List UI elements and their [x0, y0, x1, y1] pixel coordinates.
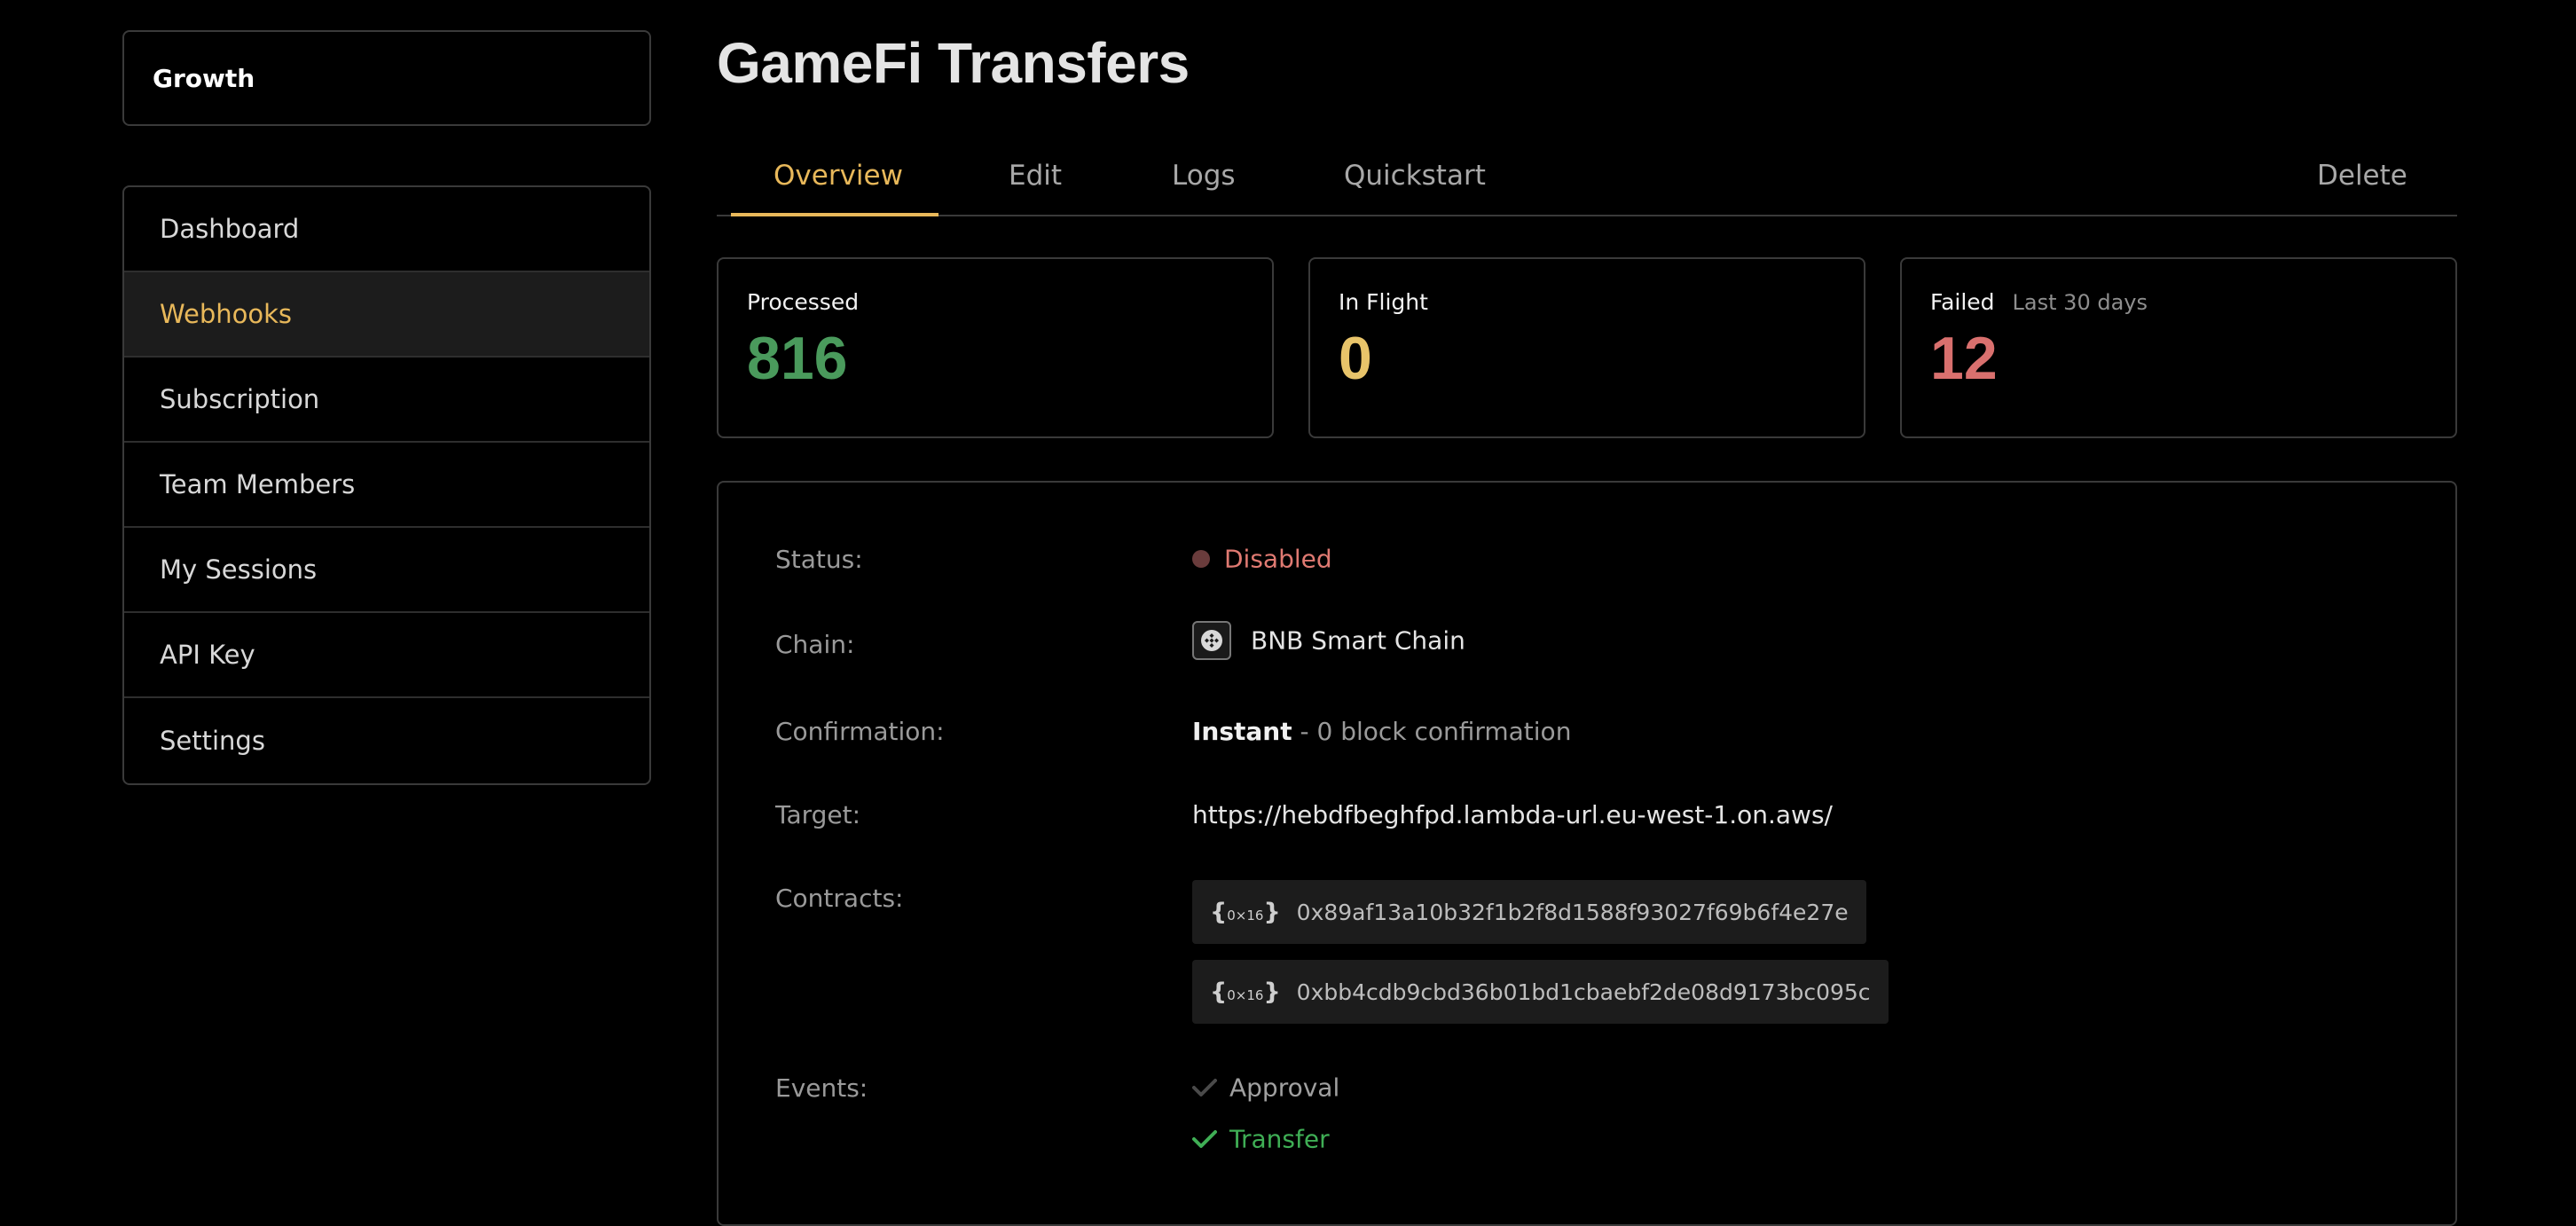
confirmation-value: Instant - 0 block confirmation [1192, 717, 1571, 746]
page-title: GameFi Transfers [717, 31, 1190, 95]
target-url: https://hebdfbeghfpd.lambda-url.eu-west-… [1192, 800, 1833, 829]
tab-logs[interactable]: Logs [1172, 160, 1236, 192]
status-text: Disabled [1224, 544, 1332, 574]
workspace-switcher[interactable]: Growth [122, 30, 651, 126]
contract-address[interactable]: {0×16} 0x89af13a10b32f1b2f8d1588f93027f6… [1192, 880, 1866, 944]
tab-bar: Overview Edit Logs Quickstart Delete [717, 144, 2457, 216]
in-flight-card: In Flight 0 [1308, 257, 1865, 438]
sidebar-item-webhooks[interactable]: Webhooks [124, 272, 649, 358]
tab-overview[interactable]: Overview [774, 160, 903, 192]
check-icon-muted [1192, 1079, 1217, 1096]
events-label: Events: [775, 1073, 868, 1103]
contract-address[interactable]: {0×16} 0xbb4cdb9cbd36b01bd1cbaebf2de08d9… [1192, 960, 1889, 1024]
event-item-approval: Approval [1192, 1072, 1339, 1103]
in-flight-value: 0 [1339, 325, 1372, 392]
failed-value: 12 [1930, 325, 1998, 392]
check-icon [1192, 1130, 1217, 1148]
sidebar-item-settings[interactable]: Settings [124, 698, 649, 783]
confirmation-label: Confirmation: [775, 717, 945, 746]
contracts-label: Contracts: [775, 884, 904, 913]
sidebar-menu: Dashboard Webhooks Subscription Team Mem… [122, 185, 651, 785]
event-item-transfer: Transfer [1192, 1123, 1330, 1154]
target-label: Target: [775, 800, 861, 829]
confirmation-mode: Instant [1192, 717, 1292, 746]
webhook-details: Status: Disabled Chain: BNB Smart Chain … [717, 481, 2457, 1226]
delete-tab[interactable]: Delete [2317, 160, 2407, 192]
processed-value: 816 [747, 325, 848, 392]
tab-edit[interactable]: Edit [1009, 160, 1062, 192]
status-dot-icon [1192, 550, 1210, 568]
chain-value: BNB Smart Chain [1192, 621, 1465, 660]
sidebar-item-my-sessions[interactable]: My Sessions [124, 528, 649, 613]
failed-card: Failed Last 30 days 12 [1900, 257, 2457, 438]
status-label: Status: [775, 545, 863, 574]
sidebar-item-team-members[interactable]: Team Members [124, 443, 649, 528]
sidebar-item-subscription[interactable]: Subscription [124, 358, 649, 443]
event-name: Transfer [1229, 1124, 1330, 1154]
processed-label: Processed [747, 289, 860, 315]
failed-label: Failed [1930, 289, 1995, 315]
contract-address-text: 0xbb4cdb9cbd36b01bd1cbaebf2de08d9173bc09… [1296, 978, 1871, 1005]
tab-quickstart[interactable]: Quickstart [1344, 160, 1486, 192]
failed-period: Last 30 days [2012, 290, 2148, 315]
workspace-name: Growth [153, 63, 255, 93]
processed-card: Processed 816 [717, 257, 1274, 438]
confirmation-detail: - 0 block confirmation [1292, 717, 1572, 746]
active-tab-indicator [731, 213, 939, 216]
sidebar-item-dashboard[interactable]: Dashboard [124, 187, 649, 272]
hex-address-icon: {0×16} [1210, 978, 1281, 1006]
hex-address-icon: {0×16} [1210, 898, 1281, 926]
bnb-chain-icon [1192, 621, 1231, 660]
status-value: Disabled [1192, 543, 1332, 574]
chain-label: Chain: [775, 630, 855, 659]
sidebar-item-api-key[interactable]: API Key [124, 613, 649, 698]
contract-address-text: 0x89af13a10b32f1b2f8d1588f93027f69b6f4e2… [1296, 899, 1849, 925]
chain-name: BNB Smart Chain [1251, 625, 1465, 656]
event-name: Approval [1229, 1073, 1340, 1103]
in-flight-label: In Flight [1339, 289, 1428, 315]
